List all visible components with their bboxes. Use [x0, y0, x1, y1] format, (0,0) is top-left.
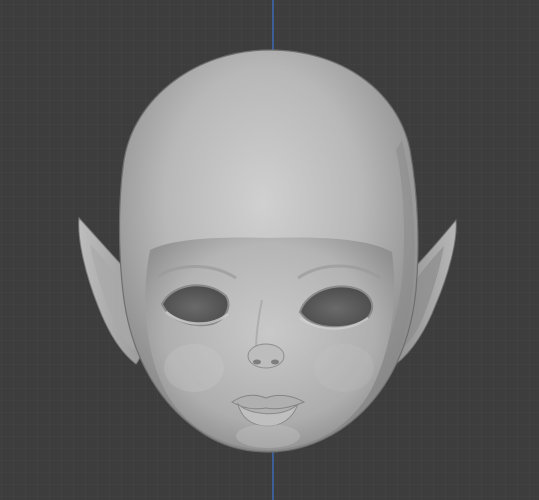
chin [236, 424, 300, 448]
3d-viewport[interactable] [0, 0, 539, 500]
left-nostril [253, 359, 261, 365]
right-nostril [271, 359, 279, 365]
left-cheek [164, 344, 224, 392]
nose-tip [247, 343, 285, 369]
right-cheek [314, 344, 374, 392]
viewport-canvas[interactable] [0, 0, 539, 500]
